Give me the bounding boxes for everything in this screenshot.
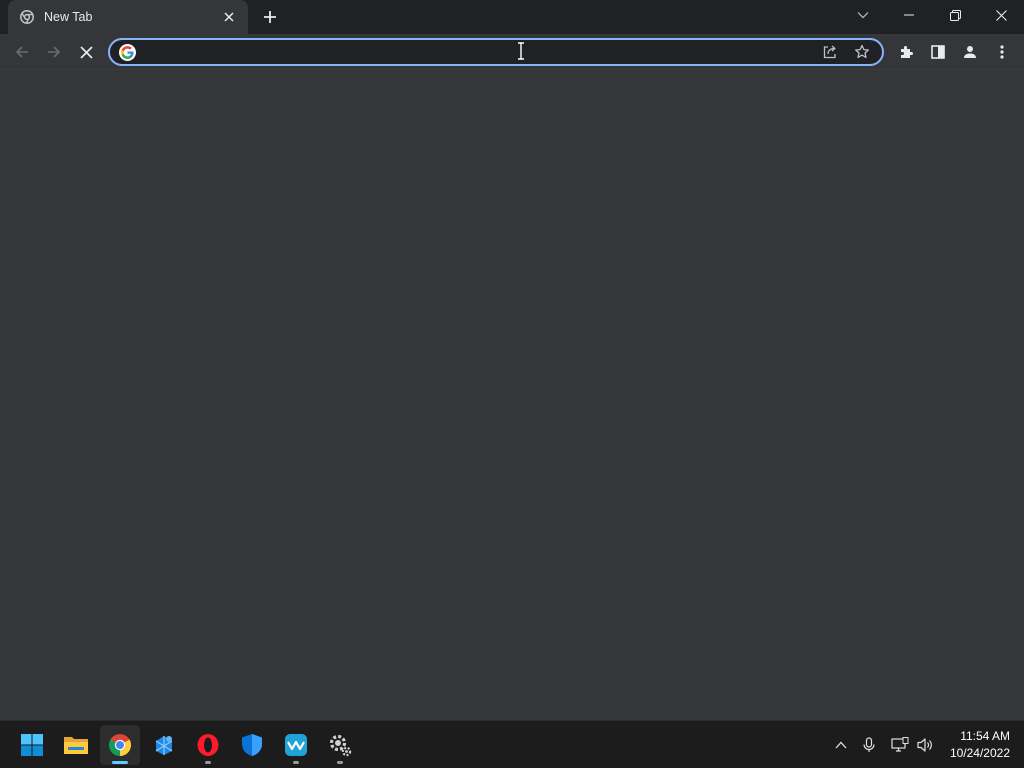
file-explorer-icon[interactable] [56,725,96,765]
tab-new-tab[interactable]: New Tab [8,0,248,34]
volume-icon[interactable] [914,721,936,768]
taskbar: 11:54 AM 10/24/2022 [0,720,1024,768]
share-icon[interactable] [818,40,842,64]
microphone-icon[interactable] [858,721,880,768]
azure-data-studio-icon[interactable] [144,725,184,765]
settings-gear-icon[interactable] [320,725,360,765]
arrow-right-icon[interactable] [40,38,68,66]
system-clock[interactable]: 11:54 AM 10/24/2022 [950,728,1010,762]
chrome-icon[interactable] [100,725,140,765]
running-indicator [293,761,299,764]
restore-icon[interactable] [932,0,978,30]
arrow-left-icon[interactable] [8,38,36,66]
close-icon[interactable] [978,0,1024,30]
plus-icon[interactable] [258,5,282,29]
windows-security-icon[interactable] [232,725,272,765]
side-panel-icon[interactable] [924,38,952,66]
minimize-icon[interactable] [886,0,932,30]
kebab-menu-icon[interactable] [988,38,1016,66]
close-icon [79,45,93,59]
running-indicator [205,761,211,764]
browser-toolbar [0,34,1024,70]
stop-loading-button[interactable] [72,38,100,66]
focused-indicator [112,761,128,764]
tab-title: New Tab [44,10,93,24]
person-icon[interactable] [956,38,984,66]
tab-strip: New Tab [0,0,1024,34]
address-bar[interactable] [108,38,884,66]
clock-time: 11:54 AM [960,729,1010,743]
star-icon[interactable] [850,40,874,64]
running-indicator [337,761,343,764]
omnibox-input[interactable] [142,42,810,62]
windows-start-icon[interactable] [12,725,52,765]
clock-date: 10/24/2022 [949,746,1010,760]
window-controls [840,0,1024,30]
opera-icon[interactable] [188,725,228,765]
network-icon[interactable] [888,721,912,768]
wave-app-icon[interactable] [276,725,316,765]
chevron-down-icon[interactable] [840,0,886,30]
google-icon [119,43,136,61]
puzzle-icon[interactable] [892,38,920,66]
chevron-up-icon[interactable] [830,721,852,768]
chrome-favicon-icon [20,10,34,24]
close-icon[interactable] [220,8,238,26]
page-content [0,70,1024,720]
